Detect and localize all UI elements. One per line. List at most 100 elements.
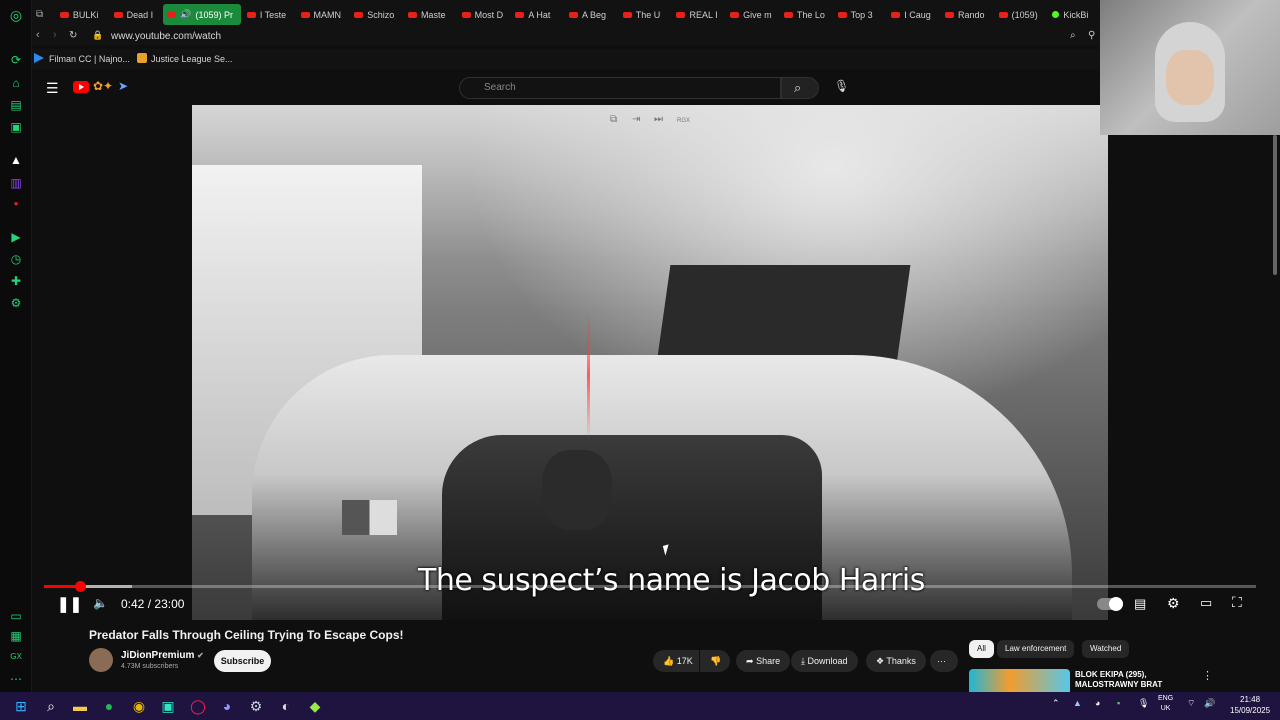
subscribe-button[interactable]: Subscribe [214,650,271,672]
bookmark-justice-league[interactable]: Justice League Se... [151,54,233,64]
tab[interactable]: BULKi [56,4,108,25]
gx-corner-icon[interactable]: ⌂ [9,76,23,90]
chip-law-enforcement[interactable]: Law enforcement [997,640,1075,658]
search-button[interactable]: ⌕ [781,77,819,99]
tasks-icon[interactable]: ▭ [9,609,23,623]
tab[interactable]: I Caug [887,4,939,25]
fullscreen-icon[interactable]: ⛶ [1232,594,1242,611]
aria-icon[interactable]: ▲ [9,153,23,167]
tab[interactable]: Most D [458,4,510,25]
progress-scrubber[interactable] [75,581,86,592]
tab-menu-icon[interactable]: ⧉ [36,9,54,20]
file-explorer-icon[interactable]: ▬ [70,696,90,716]
tab[interactable]: I Teste [243,4,295,25]
overlay-rgx-label[interactable]: RGX [677,118,690,124]
spotify-icon[interactable]: ● [99,696,119,716]
subtitles-icon[interactable]: ▤ [1134,596,1146,612]
hamburger-menu-icon[interactable]: ☰ [46,80,59,97]
tab[interactable]: Dead I [110,4,162,25]
tray-app-icon[interactable]: ▲ [1073,698,1082,708]
tab[interactable]: Top 3 [834,4,886,25]
gx-label-icon[interactable]: GX [9,650,23,664]
channel-name[interactable]: JiDionPremium ✔ [121,650,204,661]
player-icon[interactable]: ▶ [9,230,23,244]
more-icon[interactable]: ⋯ [9,672,23,686]
overlay-skip-icon[interactable]: ⏭ [654,114,663,125]
tab[interactable]: MAMN [297,4,349,25]
audio-icon[interactable]: 🔊 [180,9,191,20]
tab[interactable]: The Lo [780,4,832,25]
settings-gear-icon[interactable]: ⚙ [1167,595,1180,612]
taskbar-search-icon[interactable]: ⌕ [41,696,61,716]
pause-icon[interactable]: ❚❚ [57,595,82,613]
video-frame[interactable]: ⧉ ⇥ ⏭ RGX [192,105,1108,620]
messenger-icon[interactable]: ▣ [9,120,23,134]
autoplay-toggle[interactable] [1097,597,1123,611]
tab[interactable]: (1059) [995,4,1047,25]
volume-icon[interactable]: 🔈 [93,596,108,610]
pin-icon[interactable]: ⚲ [1088,30,1095,41]
twitch-icon[interactable]: ▥ [9,176,23,190]
wifi-icon[interactable]: ⌔ [1187,698,1195,709]
gx-cleaner-icon[interactable]: ▤ [9,98,23,112]
tab[interactable]: A Hat [511,4,563,25]
language-indicator[interactable]: ENG UK [1158,694,1173,714]
chrome-icon[interactable]: ◉ [129,696,149,716]
tab[interactable]: Schizo [350,4,402,25]
overlay-icon-2[interactable]: ⇥ [632,114,640,125]
tab[interactable]: Maste [404,4,456,25]
tab[interactable]: Rando [941,4,993,25]
recommendation-menu-icon[interactable]: ⋮ [1202,669,1213,682]
back-icon[interactable]: ‹ [36,29,40,41]
volume-tray-icon[interactable]: 🔊 [1204,698,1215,709]
tray-mic-icon[interactable]: 🎙 [1138,698,1149,709]
url-field[interactable]: www.youtube.com/watch [111,31,221,42]
tab-active[interactable]: 🔊 (1059) Pr [163,4,241,25]
tab[interactable]: The U [619,4,671,25]
forward-icon[interactable]: › [53,29,57,41]
settings-icon[interactable]: ⚙ [9,296,23,310]
tray-discord-icon[interactable]: ◕ [1095,698,1100,708]
progress-bar[interactable] [44,585,1256,588]
doodle-logo-icon[interactable]: ✿✦ [93,79,113,93]
tray-chevron-icon[interactable]: ⌃ [1052,698,1060,709]
share-button[interactable]: ➦ Share [736,650,791,672]
scrollbar[interactable] [1273,135,1277,275]
discord-icon[interactable]: ◕ [217,696,237,716]
tab[interactable]: A Beg [565,4,617,25]
microphone-icon[interactable]: 🎙 [834,79,849,93]
opera-gx-logo-icon[interactable]: ◎ [9,8,23,22]
dislike-button[interactable]: 👎 [700,650,730,672]
theater-mode-icon[interactable]: ▭ [1200,595,1212,611]
channel-avatar[interactable] [89,648,113,672]
extensions-icon[interactable]: ✚ [9,274,23,288]
gx-games-icon[interactable]: ▦ [9,629,23,643]
gx-control-icon[interactable]: ⟳ [9,53,23,67]
bluestacks-icon[interactable]: ◆ [305,696,325,716]
more-actions-button[interactable]: ··· [930,650,958,672]
clock[interactable]: 21:48 15/09/2025 [1230,694,1270,716]
history-icon[interactable]: ◷ [9,252,23,266]
thanks-button[interactable]: ❖ Thanks [866,650,926,672]
game-launcher-icon[interactable]: ◐ [276,696,296,716]
tab[interactable]: REAL I [672,4,724,25]
tab[interactable]: KickBi [1048,4,1100,25]
tab[interactable]: Give m [726,4,778,25]
chip-all[interactable]: All [969,640,994,658]
youtube-logo-icon[interactable] [73,81,89,93]
zoom-icon[interactable]: ⌕ [1070,30,1076,41]
recommendation-title[interactable]: BLOK EKIPA (295), MALOSTRAWNY BRAT [1075,670,1195,690]
recommendation-thumbnail[interactable] [969,669,1070,692]
chip-watched[interactable]: Watched [1082,640,1130,658]
search-input[interactable]: Search [459,77,781,99]
download-button[interactable]: ⤓ Download [791,650,858,672]
opera-gx-icon[interactable]: ◯ [188,696,208,716]
youtube-sidebar-icon[interactable]: ● [9,197,23,211]
windows-start-icon[interactable]: ⊞ [11,696,31,716]
overlay-icon-1[interactable]: ⧉ [610,114,617,125]
tray-nvidia-icon[interactable]: ▪ [1117,698,1120,708]
steam-icon[interactable]: ⚙ [246,696,266,716]
reload-icon[interactable]: ↻ [69,30,77,41]
bookmark-filman[interactable]: Filman CC | Najno... [49,54,130,64]
like-button[interactable]: 👍 17K [653,650,699,672]
